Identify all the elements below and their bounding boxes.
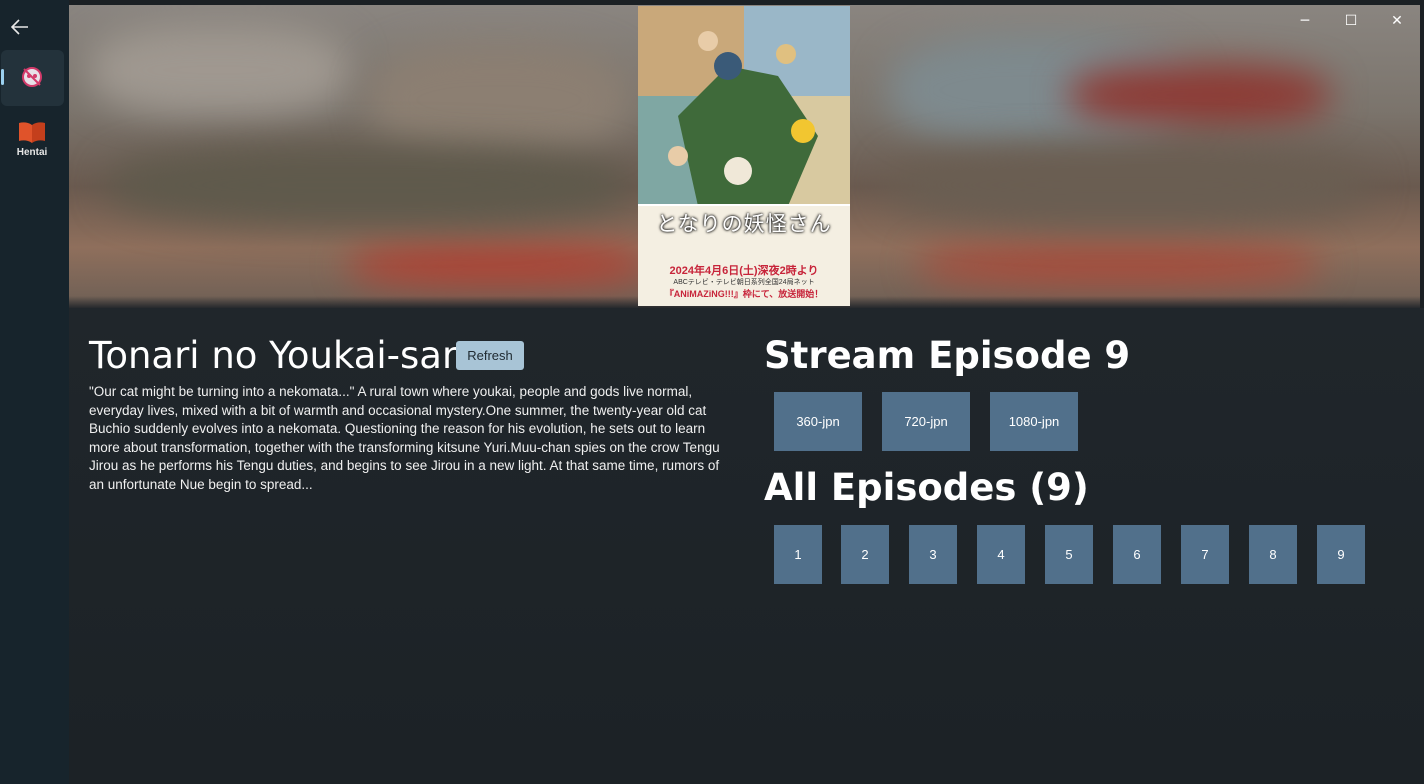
- back-button[interactable]: [0, 10, 40, 46]
- quality-button-720[interactable]: 720-jpn: [882, 392, 970, 451]
- episode-button[interactable]: 9: [1317, 525, 1365, 584]
- stream-heading: Stream Episode 9: [764, 334, 1131, 377]
- poster-network: ABCテレビ・テレビ朝日系列全国24局ネット: [673, 279, 815, 286]
- episode-button[interactable]: 8: [1249, 525, 1297, 584]
- close-button[interactable]: ✕: [1374, 8, 1420, 34]
- nav-selection-indicator: [1, 69, 4, 85]
- episode-button[interactable]: 4: [977, 525, 1025, 584]
- episode-button[interactable]: 2: [841, 525, 889, 584]
- close-icon: ✕: [1391, 13, 1403, 29]
- poster-block: 『ANiMAZiNG!!!』枠にて、放送開始！: [664, 289, 824, 299]
- episode-button[interactable]: 3: [909, 525, 957, 584]
- nav-item-label: Hentai: [16, 147, 48, 158]
- maximize-button[interactable]: ☐: [1328, 8, 1374, 34]
- quality-button-360[interactable]: 360-jpn: [774, 392, 862, 451]
- poster-title: となりの妖怪さん: [656, 212, 832, 236]
- refresh-button[interactable]: Refresh: [456, 341, 524, 370]
- nav-rail: Hentai: [0, 0, 69, 784]
- anime-description: "Our cat might be turning into a nekomat…: [89, 384, 720, 492]
- episode-button[interactable]: 5: [1045, 525, 1093, 584]
- episode-button[interactable]: 7: [1181, 525, 1229, 584]
- nav-item-hentai[interactable]: Hentai: [4, 112, 60, 164]
- quality-button-1080[interactable]: 1080-jpn: [990, 392, 1078, 451]
- maximize-icon: ☐: [1344, 13, 1358, 29]
- minimize-button[interactable]: ─: [1282, 8, 1328, 34]
- episodes-heading: All Episodes (9): [764, 466, 1089, 509]
- minimize-icon: ─: [1300, 13, 1310, 29]
- back-arrow-icon: [10, 16, 29, 40]
- anime-mascot-icon: [20, 65, 44, 89]
- anime-title: Tonari no Youkai-san: [89, 334, 466, 377]
- episode-button[interactable]: 6: [1113, 525, 1161, 584]
- book-icon: [18, 120, 46, 144]
- poster-date: 2024年4月6日(土)深夜2時より: [669, 265, 819, 277]
- episode-button[interactable]: 1: [774, 525, 822, 584]
- anime-poster: となりの妖怪さん 2024年4月6日(土)深夜2時より ABCテレビ・テレビ朝日…: [638, 6, 850, 306]
